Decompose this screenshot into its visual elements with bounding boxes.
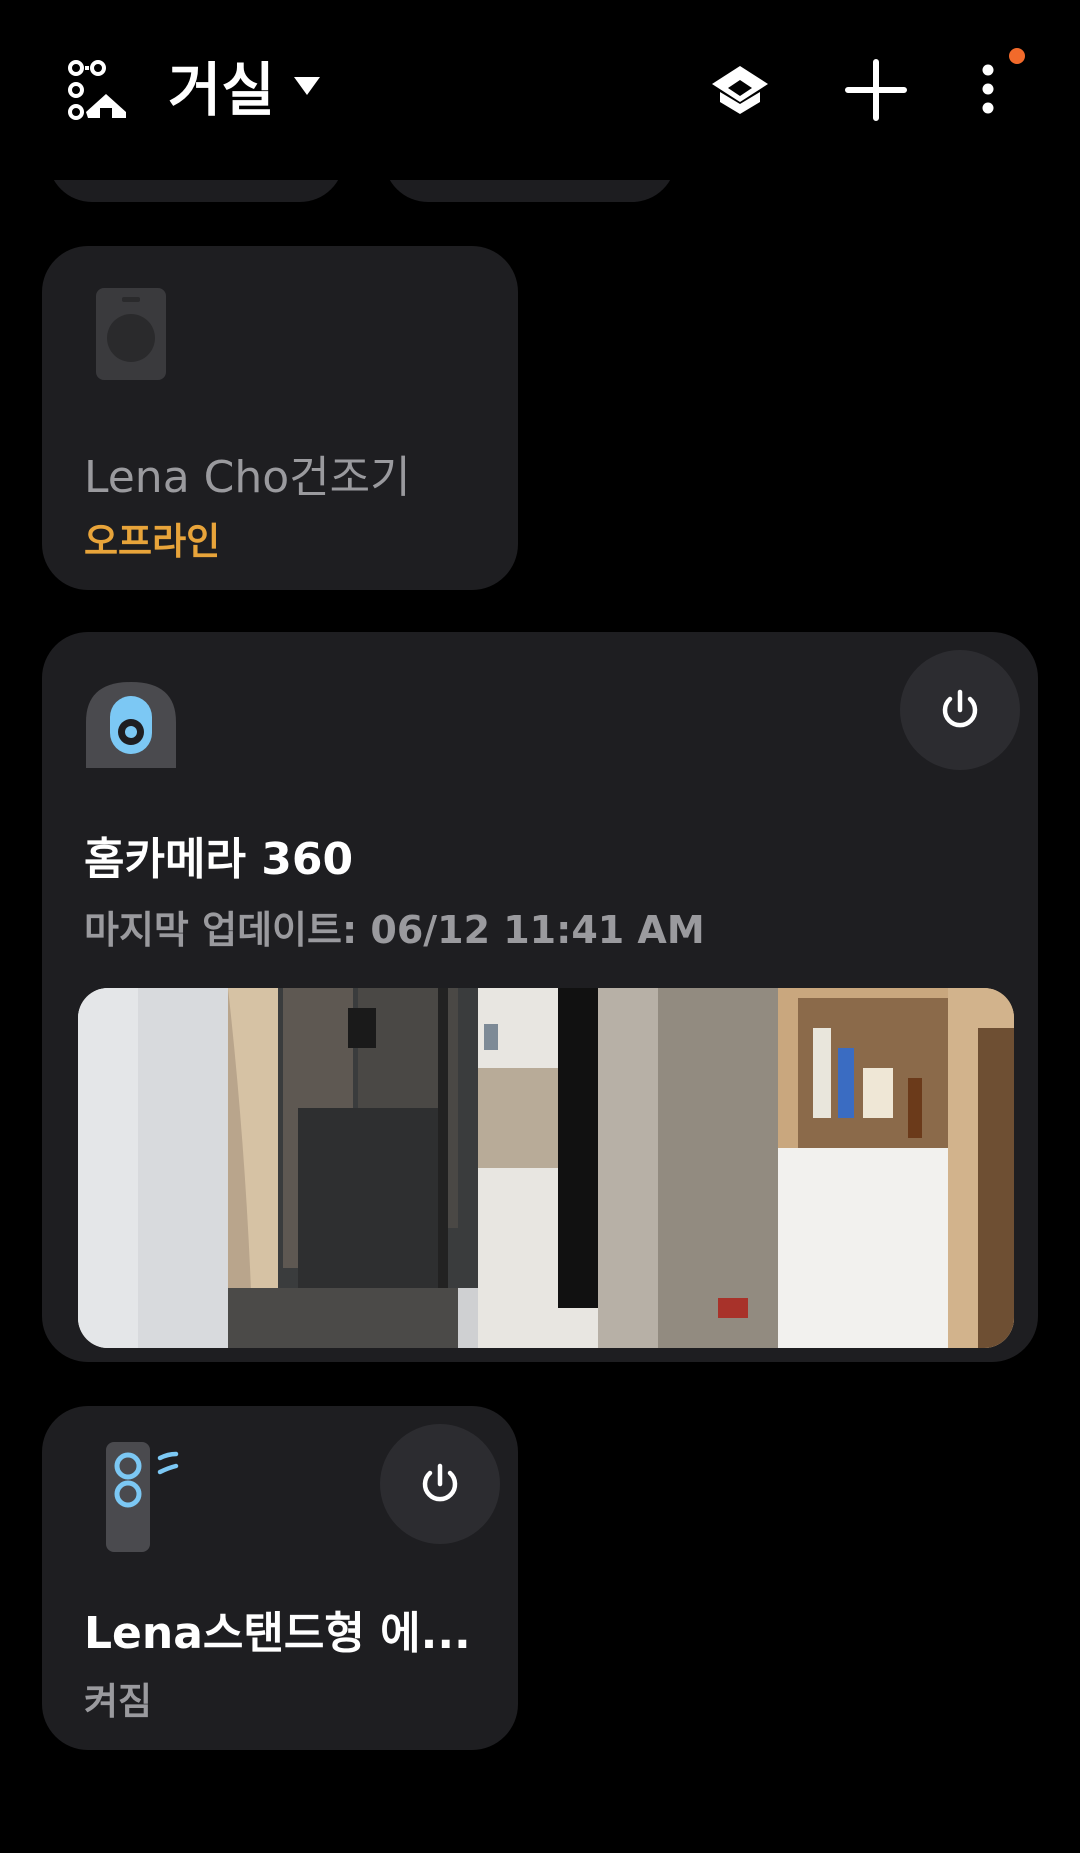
home-camera-icon (86, 682, 176, 768)
home-view-icon[interactable] (700, 50, 780, 130)
dryer-icon (96, 288, 166, 380)
smartthings-home-icon[interactable] (68, 60, 130, 120)
location-title[interactable]: 거실 (168, 52, 275, 128)
power-button[interactable] (380, 1424, 500, 1544)
device-status: 켜짐 (84, 1680, 153, 1723)
top-bar: 거실 (0, 0, 1080, 180)
plus-icon[interactable] (836, 50, 916, 130)
device-card-dryer[interactable]: Lena Cho건조기 오프라인 (42, 246, 518, 590)
caret-down-icon[interactable] (292, 74, 322, 98)
device-name: Lena Cho건조기 (84, 452, 411, 503)
device-card-camera[interactable]: 홈카메라 360 마지막 업데이트: 06/12 11:41 AM (42, 632, 1038, 1362)
device-card-air-purifier[interactable]: Lena스탠드형 에... 켜짐 (42, 1406, 518, 1750)
power-icon (422, 1463, 458, 1502)
camera-preview-image[interactable] (78, 988, 1014, 1348)
device-name: Lena스탠드형 에... (84, 1608, 471, 1659)
air-purifier-icon (106, 1442, 182, 1552)
notification-dot (1009, 48, 1025, 64)
power-button[interactable] (900, 650, 1020, 770)
device-status: 오프라인 (84, 520, 221, 563)
device-status: 마지막 업데이트: 06/12 11:41 AM (84, 908, 705, 952)
device-name: 홈카메라 360 (84, 834, 354, 885)
power-icon (942, 689, 978, 728)
